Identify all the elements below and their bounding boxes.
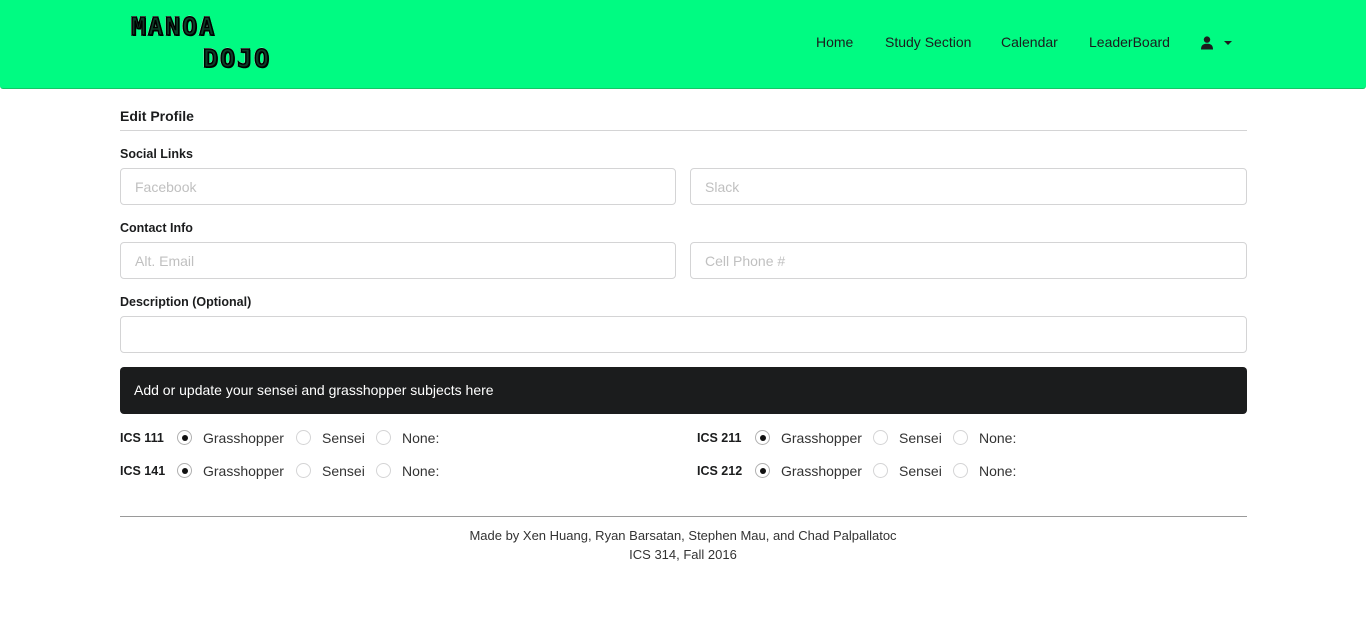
subject-code: ICS 211 bbox=[697, 431, 742, 445]
grasshopper-radio[interactable] bbox=[177, 430, 192, 445]
nav-item-study-section[interactable]: Study Section bbox=[885, 34, 971, 50]
none-label[interactable]: None: bbox=[979, 463, 1016, 479]
sensei-radio[interactable] bbox=[296, 430, 311, 445]
description-input[interactable] bbox=[120, 316, 1247, 353]
none-radio[interactable] bbox=[953, 463, 968, 478]
page-title: Edit Profile bbox=[120, 108, 194, 124]
footer-credits: Made by Xen Huang, Ryan Barsatan, Stephe… bbox=[469, 528, 897, 543]
subject-row-ics211: ICS 211 Grasshopper Sensei None: bbox=[697, 430, 1197, 448]
grasshopper-radio[interactable] bbox=[755, 430, 770, 445]
description-label: Description (Optional) bbox=[120, 295, 252, 309]
subject-code: ICS 141 bbox=[120, 464, 166, 478]
subject-code: ICS 212 bbox=[697, 464, 743, 478]
social-links-label: Social Links bbox=[120, 147, 193, 161]
title-divider bbox=[120, 130, 1247, 131]
cell-phone-input[interactable] bbox=[690, 242, 1247, 279]
top-navbar: MANOA DOJO Home Study Section Calendar L… bbox=[0, 0, 1366, 89]
sensei-label[interactable]: Sensei bbox=[899, 430, 942, 446]
nav-item-home[interactable]: Home bbox=[816, 34, 853, 50]
logo-text-line-2: DOJO bbox=[202, 44, 272, 74]
sensei-radio[interactable] bbox=[873, 463, 888, 478]
contact-info-label: Contact Info bbox=[120, 221, 193, 235]
nav-item-calendar[interactable]: Calendar bbox=[1001, 34, 1058, 50]
subjects-banner: Add or update your sensei and grasshoppe… bbox=[120, 367, 1247, 414]
alt-email-input[interactable] bbox=[120, 242, 676, 279]
footer-course: ICS 314, Fall 2016 bbox=[629, 547, 737, 562]
grasshopper-label[interactable]: Grasshopper bbox=[781, 430, 862, 446]
user-dropdown[interactable] bbox=[1200, 36, 1234, 52]
none-radio[interactable] bbox=[953, 430, 968, 445]
grasshopper-radio[interactable] bbox=[755, 463, 770, 478]
none-radio[interactable] bbox=[376, 430, 391, 445]
sensei-radio[interactable] bbox=[873, 430, 888, 445]
sensei-label[interactable]: Sensei bbox=[899, 463, 942, 479]
subject-row-ics141: ICS 141 Grasshopper Sensei None: bbox=[120, 463, 620, 481]
facebook-input[interactable] bbox=[120, 168, 676, 205]
none-label[interactable]: None: bbox=[402, 430, 439, 446]
user-icon bbox=[1201, 36, 1213, 50]
manoa-dojo-logo[interactable]: MANOA DOJO bbox=[130, 12, 281, 75]
subject-code: ICS 111 bbox=[120, 431, 164, 445]
grasshopper-label[interactable]: Grasshopper bbox=[203, 463, 284, 479]
nav-item-leaderboard[interactable]: LeaderBoard bbox=[1089, 34, 1170, 50]
subject-row-ics212: ICS 212 Grasshopper Sensei None: bbox=[697, 463, 1197, 481]
caret-down-icon bbox=[1224, 41, 1232, 45]
sensei-label[interactable]: Sensei bbox=[322, 463, 365, 479]
footer-divider bbox=[120, 516, 1247, 517]
logo-text-line-1: MANOA bbox=[130, 12, 217, 42]
none-radio[interactable] bbox=[376, 463, 391, 478]
sensei-label[interactable]: Sensei bbox=[322, 430, 365, 446]
slack-input[interactable] bbox=[690, 168, 1247, 205]
none-label[interactable]: None: bbox=[979, 430, 1016, 446]
sensei-radio[interactable] bbox=[296, 463, 311, 478]
none-label[interactable]: None: bbox=[402, 463, 439, 479]
grasshopper-label[interactable]: Grasshopper bbox=[203, 430, 284, 446]
grasshopper-radio[interactable] bbox=[177, 463, 192, 478]
grasshopper-label[interactable]: Grasshopper bbox=[781, 463, 862, 479]
subject-row-ics111: ICS 111 Grasshopper Sensei None: bbox=[120, 430, 620, 448]
